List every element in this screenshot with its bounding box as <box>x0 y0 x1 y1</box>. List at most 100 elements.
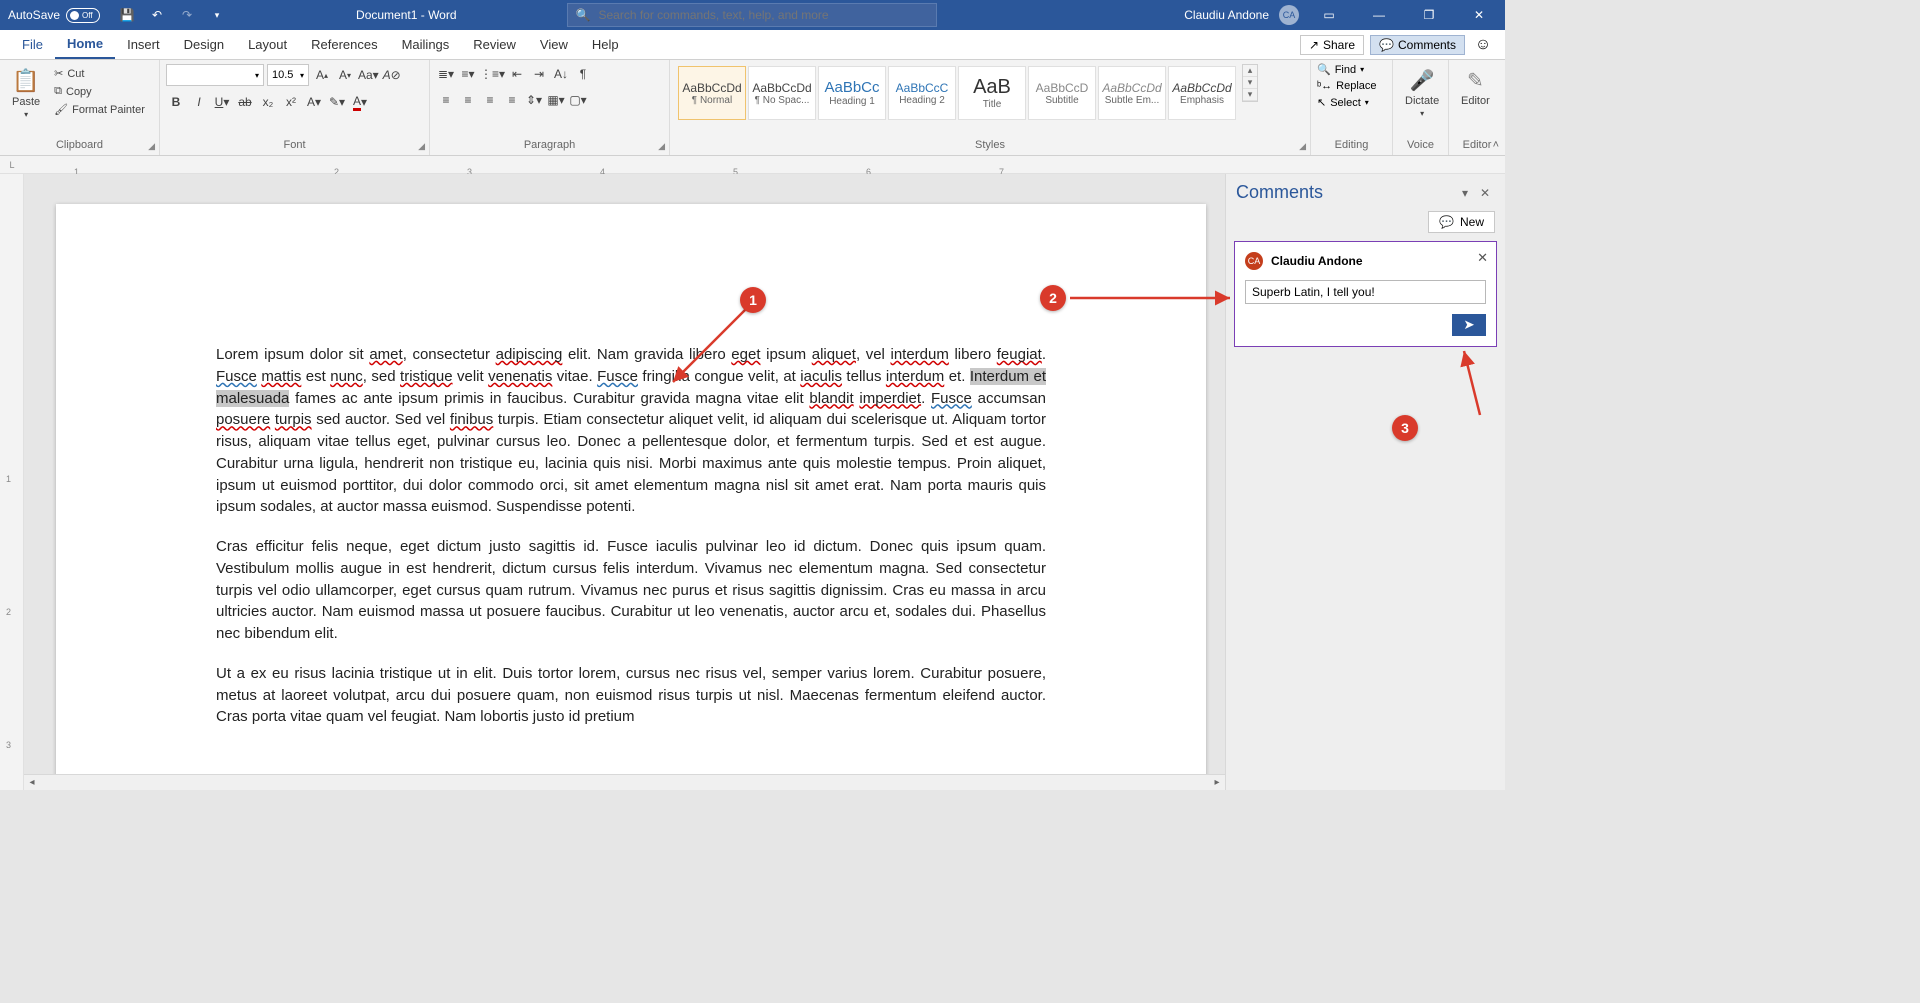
style-title[interactable]: AaBTitle <box>958 66 1026 120</box>
collapse-ribbon-icon[interactable]: ˄ <box>1493 139 1499 151</box>
paragraph-1[interactable]: Lorem ipsum dolor sit amet, consectetur … <box>216 344 1046 518</box>
underline-icon[interactable]: U▾ <box>212 92 232 112</box>
select-button[interactable]: ↖Select▾ <box>1315 95 1371 110</box>
autosave-control[interactable]: AutoSave Off <box>0 8 108 23</box>
paragraph-3[interactable]: Ut a ex eu risus lacinia tristique ut in… <box>216 663 1046 728</box>
bullets-icon[interactable]: ≣▾ <box>436 64 456 84</box>
share-button[interactable]: ↗Share <box>1300 35 1364 55</box>
format-painter-button[interactable]: 🖌Format Painter <box>50 102 149 117</box>
shrink-font-icon[interactable]: A▾ <box>335 65 355 85</box>
pane-close-icon[interactable]: ✕ <box>1475 186 1495 200</box>
paragraph-2[interactable]: Cras efficitur felis neque, eget dictum … <box>216 536 1046 645</box>
borders-icon[interactable]: ▢▾ <box>568 90 588 110</box>
multilevel-icon[interactable]: ⋮≡▾ <box>480 64 505 84</box>
decrease-indent-icon[interactable]: ⇤ <box>507 64 527 84</box>
tab-view[interactable]: View <box>528 30 580 59</box>
dictate-button[interactable]: 🎤Dictate▾ <box>1399 64 1445 122</box>
style-normal[interactable]: AaBbCcDd¶ Normal <box>678 66 746 120</box>
vertical-ruler[interactable]: 1 2 3 <box>0 174 24 790</box>
shading-icon[interactable]: ▦▾ <box>546 90 566 110</box>
text-effects-icon[interactable]: A▾ <box>304 92 324 112</box>
copy-button[interactable]: ⧉Copy <box>50 84 149 99</box>
comments-button[interactable]: 💬Comments <box>1370 35 1465 55</box>
font-size-combo[interactable]: 10.5▾ <box>267 64 309 86</box>
style-subtle-emphasis[interactable]: AaBbCcDdSubtle Em... <box>1098 66 1166 120</box>
pane-menu-icon[interactable]: ▾ <box>1455 186 1475 200</box>
save-icon[interactable]: 💾 <box>114 2 140 28</box>
qat-customize-icon[interactable]: ▾ <box>204 2 230 28</box>
tab-mailings[interactable]: Mailings <box>390 30 462 59</box>
scroll-right-icon[interactable]: ▸ <box>1209 777 1225 788</box>
scroll-left-icon[interactable]: ◂ <box>24 777 40 788</box>
align-left-icon[interactable]: ≡ <box>436 90 456 110</box>
ribbon-display-options-icon[interactable]: ▭ <box>1309 0 1349 30</box>
paste-button[interactable]: 📋 Paste ▾ <box>6 64 46 123</box>
search-input[interactable] <box>598 8 927 22</box>
font-name-combo[interactable]: ▾ <box>166 64 264 86</box>
show-marks-icon[interactable]: ¶ <box>573 64 593 84</box>
comment-send-button[interactable]: ➤ <box>1452 314 1486 336</box>
search-box[interactable]: 🔍 <box>567 3 937 27</box>
bold-icon[interactable]: B <box>166 92 186 112</box>
undo-icon[interactable]: ↶ <box>144 2 170 28</box>
tab-selector[interactable]: L <box>0 160 24 170</box>
dialog-launcher-icon[interactable]: ◢ <box>1299 141 1306 152</box>
document-area[interactable]: Lorem ipsum dolor sit amet, consectetur … <box>24 174 1225 790</box>
scroll-up-icon[interactable]: ▴ <box>1243 65 1257 77</box>
dialog-launcher-icon[interactable]: ◢ <box>148 141 155 152</box>
align-center-icon[interactable]: ≡ <box>458 90 478 110</box>
styles-gallery[interactable]: AaBbCcDd¶ Normal AaBbCcDd¶ No Spac... Aa… <box>676 64 1238 122</box>
highlight-icon[interactable]: ✎▾ <box>327 92 347 112</box>
font-color-icon[interactable]: A▾ <box>350 92 370 112</box>
change-case-icon[interactable]: Aa▾ <box>358 65 379 85</box>
tab-file[interactable]: File <box>10 30 55 59</box>
quick-access-toolbar: 💾 ↶ ↷ ▾ <box>108 2 236 28</box>
line-spacing-icon[interactable]: ⇕▾ <box>524 90 544 110</box>
style-emphasis[interactable]: AaBbCcDdEmphasis <box>1168 66 1236 120</box>
page-body[interactable]: Lorem ipsum dolor sit amet, consectetur … <box>56 204 1206 728</box>
dialog-launcher-icon[interactable]: ◢ <box>418 141 425 152</box>
dialog-launcher-icon[interactable]: ◢ <box>658 141 665 152</box>
tab-insert[interactable]: Insert <box>115 30 172 59</box>
strikethrough-icon[interactable]: ab <box>235 92 255 112</box>
redo-icon[interactable]: ↷ <box>174 2 200 28</box>
tab-references[interactable]: References <box>299 30 389 59</box>
tab-home[interactable]: Home <box>55 30 115 59</box>
italic-icon[interactable]: I <box>189 92 209 112</box>
subscript-icon[interactable]: x₂ <box>258 92 278 112</box>
replace-button[interactable]: ᵇ↔Replace <box>1315 79 1379 93</box>
tab-review[interactable]: Review <box>461 30 528 59</box>
editor-button[interactable]: ✎Editor <box>1455 64 1496 111</box>
cut-button[interactable]: ✂Cut <box>50 66 149 81</box>
horizontal-ruler[interactable]: L 1 2 3 4 5 6 7 <box>0 156 1505 174</box>
autosave-toggle[interactable]: Off <box>66 8 100 23</box>
justify-icon[interactable]: ≡ <box>502 90 522 110</box>
styles-more-icon[interactable]: ▾ <box>1243 89 1257 101</box>
style-heading1[interactable]: AaBbCcHeading 1 <box>818 66 886 120</box>
tab-help[interactable]: Help <box>580 30 631 59</box>
minimize-icon[interactable]: — <box>1359 0 1399 30</box>
style-heading2[interactable]: AaBbCcCHeading 2 <box>888 66 956 120</box>
numbering-icon[interactable]: ≡▾ <box>458 64 478 84</box>
grow-font-icon[interactable]: A▴ <box>312 65 332 85</box>
horizontal-scrollbar[interactable]: ◂ ▸ <box>24 774 1225 790</box>
comment-close-icon[interactable]: ✕ <box>1477 250 1488 266</box>
user-avatar[interactable]: CA <box>1279 5 1299 25</box>
sort-icon[interactable]: A↓ <box>551 64 571 84</box>
increase-indent-icon[interactable]: ⇥ <box>529 64 549 84</box>
comment-input[interactable] <box>1245 280 1486 304</box>
close-icon[interactable]: ✕ <box>1459 0 1499 30</box>
superscript-icon[interactable]: x² <box>281 92 301 112</box>
style-subtitle[interactable]: AaBbCcDSubtitle <box>1028 66 1096 120</box>
find-button[interactable]: 🔍Find▾ <box>1315 62 1366 77</box>
clear-formatting-icon[interactable]: A⊘ <box>382 65 402 85</box>
new-comment-button[interactable]: 💬New <box>1428 211 1495 233</box>
maximize-icon[interactable]: ❐ <box>1409 0 1449 30</box>
scroll-down-icon[interactable]: ▾ <box>1243 77 1257 89</box>
feedback-icon[interactable]: ☺ <box>1471 33 1495 57</box>
align-right-icon[interactable]: ≡ <box>480 90 500 110</box>
style-nospacing[interactable]: AaBbCcDd¶ No Spac... <box>748 66 816 120</box>
tab-design[interactable]: Design <box>172 30 236 59</box>
tab-layout[interactable]: Layout <box>236 30 299 59</box>
styles-scroll[interactable]: ▴▾▾ <box>1242 64 1258 102</box>
